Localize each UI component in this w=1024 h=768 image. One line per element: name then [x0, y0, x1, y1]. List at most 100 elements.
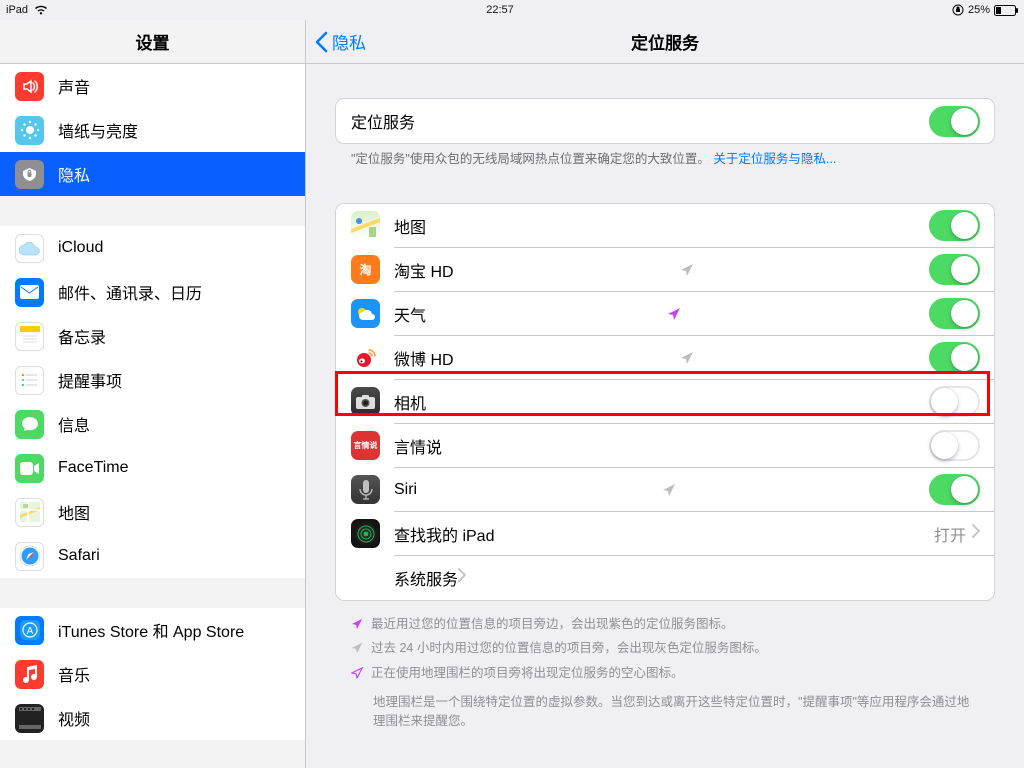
app-toggle[interactable]	[929, 298, 980, 329]
sidebar-item-appstore[interactable]: A iTunes Store 和 App Store	[0, 608, 305, 652]
sidebar-item-facetime[interactable]: FaceTime	[0, 446, 305, 490]
messages-icon	[15, 410, 44, 439]
app-toggle[interactable]	[929, 254, 980, 285]
location-arrow-icon	[680, 263, 694, 277]
sidebar-item-messages[interactable]: 信息	[0, 402, 305, 446]
sidebar-item-wallpaper[interactable]: 墙纸与亮度	[0, 108, 305, 152]
app-toggle[interactable]	[929, 474, 980, 505]
hint-text: 最近用过您的位置信息的项目旁边，会出现紫色的定位服务图标。	[371, 615, 734, 634]
app-label: 天气	[394, 302, 426, 326]
sidebar-item-music[interactable]: 音乐	[0, 652, 305, 696]
app-row-camera: 相机	[336, 380, 994, 424]
sidebar-item-label: 备忘录	[58, 324, 106, 348]
privacy-icon	[15, 160, 44, 189]
location-services-master: 定位服务	[336, 99, 994, 143]
sound-icon	[15, 72, 44, 101]
status-bar: iPad 22:57 25%	[0, 0, 1024, 20]
app-row-findmy[interactable]: 查找我的 iPad 打开	[336, 512, 994, 556]
sidebar-item-privacy[interactable]: 隐私	[0, 152, 305, 196]
notes-icon	[15, 322, 44, 351]
app-label: 微博 HD	[394, 346, 454, 370]
hint-text: 正在使用地理围栏的项目旁将出现定位服务的空心图标。	[371, 664, 684, 683]
master-footer: "定位服务"使用众包的无线局域网热点位置来确定您的大致位置。 关于定位服务与隐私…	[335, 151, 995, 169]
appstore-icon: A	[15, 616, 44, 645]
app-toggle[interactable]	[929, 430, 980, 461]
video-icon	[15, 704, 44, 733]
app-label: 查找我的 iPad	[394, 522, 494, 546]
sidebar-item-label: 视频	[58, 706, 90, 730]
back-chevron-icon	[314, 31, 328, 53]
app-row-weibo: 微博 HD	[336, 336, 994, 380]
chevron-right-icon	[458, 568, 466, 587]
sidebar-item-label: 提醒事项	[58, 368, 122, 392]
location-arrow-icon	[662, 483, 676, 497]
sidebar-item-label: 声音	[58, 74, 90, 98]
device-label: iPad	[6, 4, 28, 16]
master-section: 定位服务	[335, 98, 995, 144]
sidebar-item-sound[interactable]: 声音	[0, 64, 305, 108]
maps-icon	[15, 498, 44, 527]
app-row-taobao: 淘 淘宝 HD	[336, 248, 994, 292]
master-toggle[interactable]	[929, 106, 980, 137]
master-label: 定位服务	[351, 109, 415, 133]
battery-percent: 25%	[968, 4, 990, 16]
detail-header: 隐私 定位服务	[306, 20, 1024, 64]
hint-arrow-icon	[351, 666, 363, 685]
clock: 22:57	[48, 4, 952, 16]
detail-title: 定位服务	[306, 29, 1024, 54]
geofence-explanation: 地理围栏是一个围绕特定位置的虚拟参数。当您到达或离开这些特定位置时，"提醒事项"…	[335, 693, 995, 731]
sidebar-item-icloud[interactable]: iCloud	[0, 226, 305, 270]
privacy-link[interactable]: 关于定位服务与隐私...	[713, 152, 836, 166]
detail-pane: 隐私 定位服务 定位服务 "定位服务"使用众包的无线局域网热点位置来确定您的大致…	[306, 20, 1024, 768]
app-toggle[interactable]	[929, 342, 980, 373]
app-row-yanqing: 言情说 言情说	[336, 424, 994, 468]
wifi-icon	[34, 5, 48, 15]
sidebar-item-video[interactable]: 视频	[0, 696, 305, 740]
sidebar-item-safari[interactable]: Safari	[0, 534, 305, 578]
hint-item: 正在使用地理围栏的项目旁将出现定位服务的空心图标。	[351, 664, 979, 685]
wallpaper-icon	[15, 116, 44, 145]
icloud-icon	[15, 234, 44, 263]
sidebar-item-label: Safari	[58, 547, 100, 565]
sidebar-item-label: iTunes Store 和 App Store	[58, 618, 244, 642]
chevron-right-icon	[972, 524, 980, 543]
sidebar-item-notes[interactable]: 备忘录	[0, 314, 305, 358]
app-label: Siri	[394, 481, 417, 499]
app-row-none[interactable]: 系统服务	[336, 556, 994, 600]
sidebar-item-label: 墙纸与亮度	[58, 118, 138, 142]
app-toggle[interactable]	[929, 386, 980, 417]
sidebar-item-label: iCloud	[58, 239, 103, 257]
hint-arrow-icon	[351, 617, 363, 636]
location-hints: 最近用过您的位置信息的项目旁边，会出现紫色的定位服务图标。 过去 24 小时内用…	[335, 615, 995, 685]
app-toggle[interactable]	[929, 210, 980, 241]
app-row-maps-app: 地图	[336, 204, 994, 248]
app-label: 淘宝 HD	[394, 258, 454, 282]
hint-item: 最近用过您的位置信息的项目旁边，会出现紫色的定位服务图标。	[351, 615, 979, 636]
orientation-lock-icon	[952, 4, 964, 16]
sidebar-item-label: 音乐	[58, 662, 90, 686]
sidebar-item-label: 信息	[58, 412, 90, 436]
sidebar-item-maps[interactable]: 地图	[0, 490, 305, 534]
app-label: 言情说	[394, 434, 442, 458]
back-label: 隐私	[332, 29, 366, 54]
app-label: 地图	[394, 214, 426, 238]
app-row-weather: 天气	[336, 292, 994, 336]
sidebar-item-mail[interactable]: 邮件、通讯录、日历	[0, 270, 305, 314]
svg-text:A: A	[26, 626, 33, 637]
hint-text: 过去 24 小时内用过您的位置信息的项目旁，会出现灰色定位服务图标。	[371, 639, 767, 658]
row-value: 打开	[934, 522, 966, 546]
sidebar-title: 设置	[0, 20, 305, 64]
reminders-icon	[15, 366, 44, 395]
sidebar: 设置 声音 墙纸与亮度 隐私 iCloud 邮件、通讯录、日历	[0, 20, 306, 768]
music-icon	[15, 660, 44, 689]
back-button[interactable]: 隐私	[306, 29, 366, 54]
app-row-siri: Siri	[336, 468, 994, 512]
sidebar-item-label: 隐私	[58, 162, 90, 186]
location-arrow-icon	[680, 351, 694, 365]
app-label: 系统服务	[394, 566, 458, 590]
sidebar-item-label: 地图	[58, 500, 90, 524]
hint-item: 过去 24 小时内用过您的位置信息的项目旁，会出现灰色定位服务图标。	[351, 639, 979, 660]
hint-arrow-icon	[351, 641, 363, 660]
sidebar-item-reminders[interactable]: 提醒事项	[0, 358, 305, 402]
mail-icon	[15, 278, 44, 307]
